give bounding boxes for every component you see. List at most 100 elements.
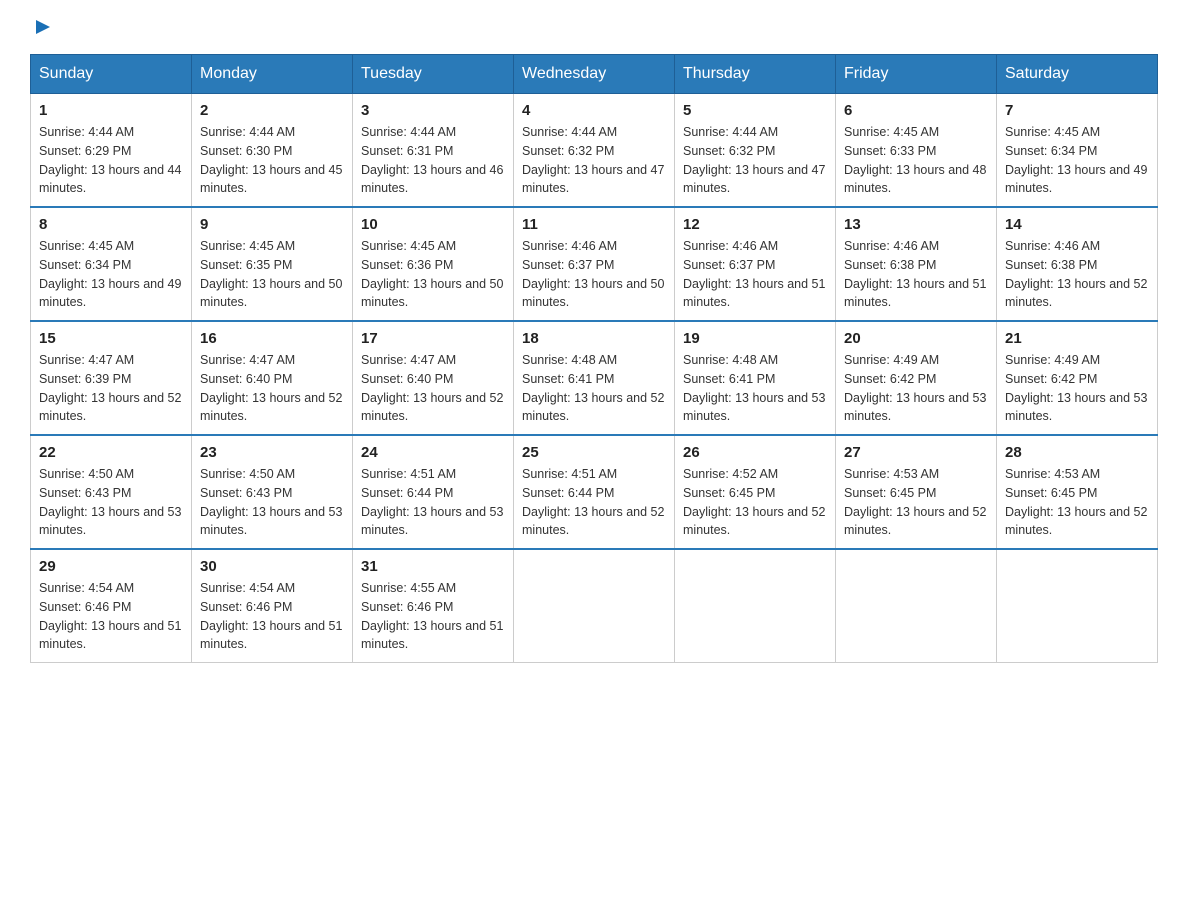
day-number: 20 xyxy=(844,330,988,347)
day-number: 14 xyxy=(1005,216,1149,233)
logo xyxy=(30,20,54,34)
calendar-cell: 25 Sunrise: 4:51 AM Sunset: 6:44 PM Dayl… xyxy=(514,435,675,549)
day-number: 28 xyxy=(1005,444,1149,461)
calendar-cell: 17 Sunrise: 4:47 AM Sunset: 6:40 PM Dayl… xyxy=(353,321,514,435)
day-number: 2 xyxy=(200,102,344,119)
day-info: Sunrise: 4:45 AM Sunset: 6:34 PM Dayligh… xyxy=(1005,123,1149,198)
calendar-header-tuesday: Tuesday xyxy=(353,55,514,94)
calendar-cell: 14 Sunrise: 4:46 AM Sunset: 6:38 PM Dayl… xyxy=(997,207,1158,321)
day-info: Sunrise: 4:44 AM Sunset: 6:32 PM Dayligh… xyxy=(522,123,666,198)
calendar-cell xyxy=(836,549,997,663)
day-number: 19 xyxy=(683,330,827,347)
day-number: 10 xyxy=(361,216,505,233)
day-number: 23 xyxy=(200,444,344,461)
day-number: 1 xyxy=(39,102,183,119)
day-info: Sunrise: 4:50 AM Sunset: 6:43 PM Dayligh… xyxy=(39,465,183,540)
calendar-cell: 29 Sunrise: 4:54 AM Sunset: 6:46 PM Dayl… xyxy=(31,549,192,663)
day-info: Sunrise: 4:49 AM Sunset: 6:42 PM Dayligh… xyxy=(844,351,988,426)
day-number: 4 xyxy=(522,102,666,119)
calendar-cell: 10 Sunrise: 4:45 AM Sunset: 6:36 PM Dayl… xyxy=(353,207,514,321)
day-info: Sunrise: 4:44 AM Sunset: 6:29 PM Dayligh… xyxy=(39,123,183,198)
calendar-header-wednesday: Wednesday xyxy=(514,55,675,94)
calendar-week-row: 1 Sunrise: 4:44 AM Sunset: 6:29 PM Dayli… xyxy=(31,94,1158,208)
day-number: 26 xyxy=(683,444,827,461)
day-info: Sunrise: 4:45 AM Sunset: 6:35 PM Dayligh… xyxy=(200,237,344,312)
calendar-header-thursday: Thursday xyxy=(675,55,836,94)
calendar-cell: 2 Sunrise: 4:44 AM Sunset: 6:30 PM Dayli… xyxy=(192,94,353,208)
day-info: Sunrise: 4:54 AM Sunset: 6:46 PM Dayligh… xyxy=(39,579,183,654)
calendar-cell xyxy=(514,549,675,663)
calendar-header-row: SundayMondayTuesdayWednesdayThursdayFrid… xyxy=(31,55,1158,94)
calendar-header-monday: Monday xyxy=(192,55,353,94)
calendar-cell xyxy=(675,549,836,663)
calendar-cell: 26 Sunrise: 4:52 AM Sunset: 6:45 PM Dayl… xyxy=(675,435,836,549)
calendar-cell: 16 Sunrise: 4:47 AM Sunset: 6:40 PM Dayl… xyxy=(192,321,353,435)
calendar-cell: 7 Sunrise: 4:45 AM Sunset: 6:34 PM Dayli… xyxy=(997,94,1158,208)
calendar-cell: 31 Sunrise: 4:55 AM Sunset: 6:46 PM Dayl… xyxy=(353,549,514,663)
day-info: Sunrise: 4:52 AM Sunset: 6:45 PM Dayligh… xyxy=(683,465,827,540)
calendar-cell: 12 Sunrise: 4:46 AM Sunset: 6:37 PM Dayl… xyxy=(675,207,836,321)
calendar-cell: 15 Sunrise: 4:47 AM Sunset: 6:39 PM Dayl… xyxy=(31,321,192,435)
day-number: 11 xyxy=(522,216,666,233)
page-header xyxy=(30,20,1158,34)
day-info: Sunrise: 4:51 AM Sunset: 6:44 PM Dayligh… xyxy=(361,465,505,540)
day-number: 3 xyxy=(361,102,505,119)
day-info: Sunrise: 4:46 AM Sunset: 6:37 PM Dayligh… xyxy=(522,237,666,312)
calendar-week-row: 8 Sunrise: 4:45 AM Sunset: 6:34 PM Dayli… xyxy=(31,207,1158,321)
day-number: 27 xyxy=(844,444,988,461)
day-info: Sunrise: 4:46 AM Sunset: 6:38 PM Dayligh… xyxy=(844,237,988,312)
day-info: Sunrise: 4:48 AM Sunset: 6:41 PM Dayligh… xyxy=(683,351,827,426)
calendar-cell: 1 Sunrise: 4:44 AM Sunset: 6:29 PM Dayli… xyxy=(31,94,192,208)
day-info: Sunrise: 4:47 AM Sunset: 6:40 PM Dayligh… xyxy=(200,351,344,426)
calendar-cell: 3 Sunrise: 4:44 AM Sunset: 6:31 PM Dayli… xyxy=(353,94,514,208)
calendar-cell: 19 Sunrise: 4:48 AM Sunset: 6:41 PM Dayl… xyxy=(675,321,836,435)
day-number: 18 xyxy=(522,330,666,347)
day-number: 30 xyxy=(200,558,344,575)
calendar-week-row: 22 Sunrise: 4:50 AM Sunset: 6:43 PM Dayl… xyxy=(31,435,1158,549)
calendar-cell: 9 Sunrise: 4:45 AM Sunset: 6:35 PM Dayli… xyxy=(192,207,353,321)
calendar-cell: 8 Sunrise: 4:45 AM Sunset: 6:34 PM Dayli… xyxy=(31,207,192,321)
calendar-cell: 5 Sunrise: 4:44 AM Sunset: 6:32 PM Dayli… xyxy=(675,94,836,208)
calendar-cell: 13 Sunrise: 4:46 AM Sunset: 6:38 PM Dayl… xyxy=(836,207,997,321)
logo-arrow-icon xyxy=(32,16,54,38)
day-info: Sunrise: 4:44 AM Sunset: 6:32 PM Dayligh… xyxy=(683,123,827,198)
day-number: 22 xyxy=(39,444,183,461)
day-info: Sunrise: 4:51 AM Sunset: 6:44 PM Dayligh… xyxy=(522,465,666,540)
day-info: Sunrise: 4:47 AM Sunset: 6:40 PM Dayligh… xyxy=(361,351,505,426)
calendar-week-row: 15 Sunrise: 4:47 AM Sunset: 6:39 PM Dayl… xyxy=(31,321,1158,435)
calendar-cell: 27 Sunrise: 4:53 AM Sunset: 6:45 PM Dayl… xyxy=(836,435,997,549)
day-info: Sunrise: 4:53 AM Sunset: 6:45 PM Dayligh… xyxy=(1005,465,1149,540)
calendar-cell: 28 Sunrise: 4:53 AM Sunset: 6:45 PM Dayl… xyxy=(997,435,1158,549)
day-number: 8 xyxy=(39,216,183,233)
day-number: 15 xyxy=(39,330,183,347)
calendar-cell xyxy=(997,549,1158,663)
day-info: Sunrise: 4:53 AM Sunset: 6:45 PM Dayligh… xyxy=(844,465,988,540)
day-number: 21 xyxy=(1005,330,1149,347)
day-info: Sunrise: 4:44 AM Sunset: 6:30 PM Dayligh… xyxy=(200,123,344,198)
calendar-header-sunday: Sunday xyxy=(31,55,192,94)
day-number: 5 xyxy=(683,102,827,119)
day-info: Sunrise: 4:55 AM Sunset: 6:46 PM Dayligh… xyxy=(361,579,505,654)
calendar-cell: 11 Sunrise: 4:46 AM Sunset: 6:37 PM Dayl… xyxy=(514,207,675,321)
calendar-cell: 24 Sunrise: 4:51 AM Sunset: 6:44 PM Dayl… xyxy=(353,435,514,549)
calendar-cell: 21 Sunrise: 4:49 AM Sunset: 6:42 PM Dayl… xyxy=(997,321,1158,435)
day-number: 31 xyxy=(361,558,505,575)
day-number: 29 xyxy=(39,558,183,575)
day-info: Sunrise: 4:46 AM Sunset: 6:38 PM Dayligh… xyxy=(1005,237,1149,312)
day-number: 25 xyxy=(522,444,666,461)
calendar-cell: 6 Sunrise: 4:45 AM Sunset: 6:33 PM Dayli… xyxy=(836,94,997,208)
day-number: 9 xyxy=(200,216,344,233)
calendar-cell: 23 Sunrise: 4:50 AM Sunset: 6:43 PM Dayl… xyxy=(192,435,353,549)
calendar-table: SundayMondayTuesdayWednesdayThursdayFrid… xyxy=(30,54,1158,663)
calendar-cell: 18 Sunrise: 4:48 AM Sunset: 6:41 PM Dayl… xyxy=(514,321,675,435)
day-number: 16 xyxy=(200,330,344,347)
day-info: Sunrise: 4:49 AM Sunset: 6:42 PM Dayligh… xyxy=(1005,351,1149,426)
day-info: Sunrise: 4:44 AM Sunset: 6:31 PM Dayligh… xyxy=(361,123,505,198)
calendar-cell: 22 Sunrise: 4:50 AM Sunset: 6:43 PM Dayl… xyxy=(31,435,192,549)
calendar-week-row: 29 Sunrise: 4:54 AM Sunset: 6:46 PM Dayl… xyxy=(31,549,1158,663)
day-info: Sunrise: 4:48 AM Sunset: 6:41 PM Dayligh… xyxy=(522,351,666,426)
day-info: Sunrise: 4:47 AM Sunset: 6:39 PM Dayligh… xyxy=(39,351,183,426)
calendar-header-friday: Friday xyxy=(836,55,997,94)
day-number: 6 xyxy=(844,102,988,119)
calendar-cell: 20 Sunrise: 4:49 AM Sunset: 6:42 PM Dayl… xyxy=(836,321,997,435)
